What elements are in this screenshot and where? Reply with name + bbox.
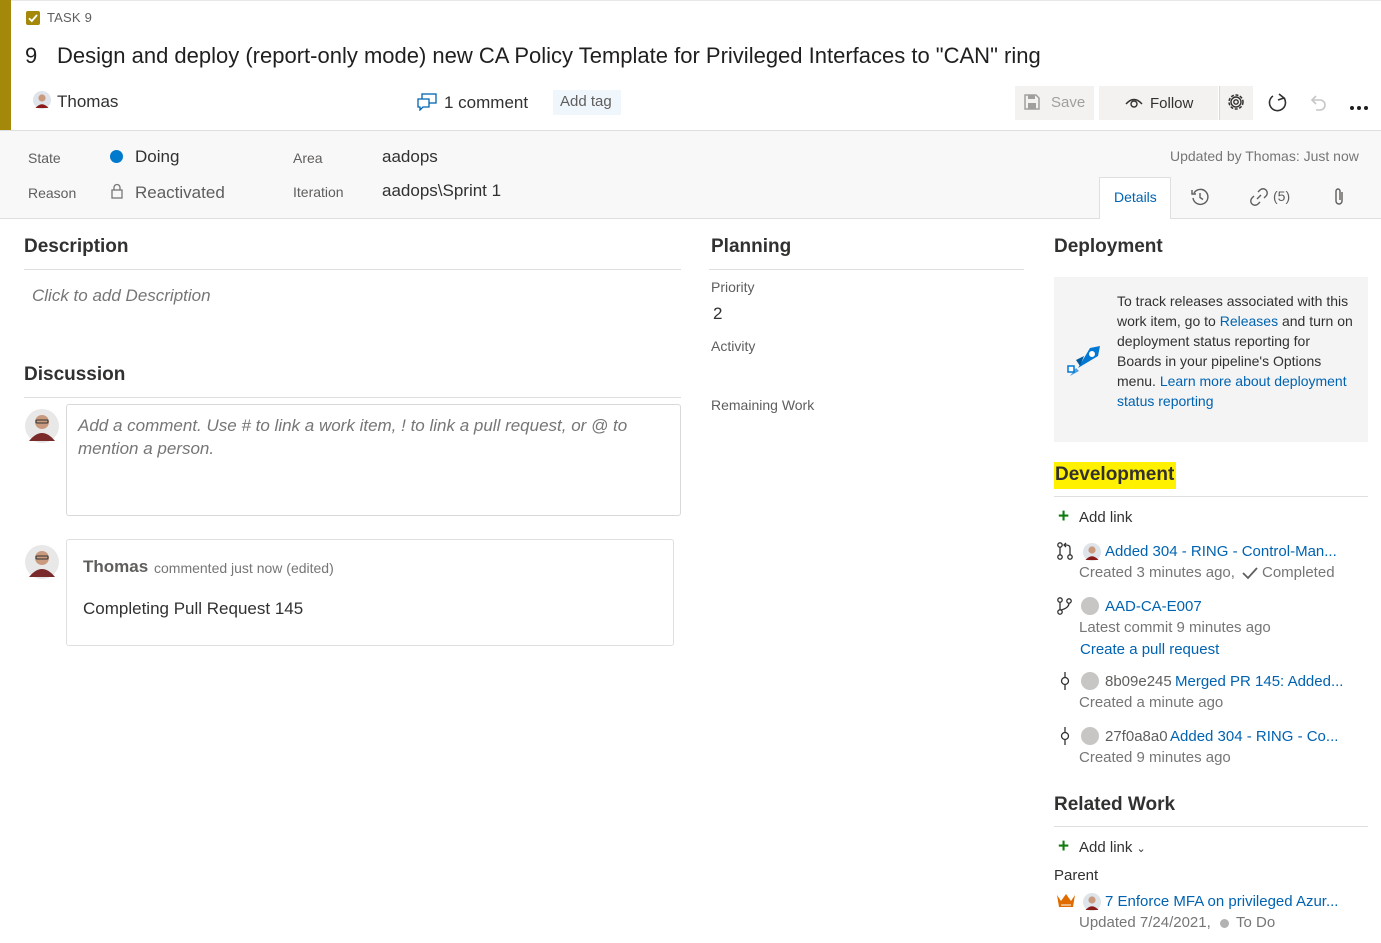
assignee-name[interactable]: Thomas — [57, 92, 118, 112]
iteration-field[interactable]: aadops\Sprint 1 — [382, 181, 501, 201]
development-divider — [1054, 496, 1368, 497]
comment-author-avatar — [25, 545, 59, 579]
comment-card — [66, 539, 674, 646]
task-type-icon — [26, 11, 40, 25]
deployment-message: To track releases associated with this w… — [1117, 291, 1357, 411]
plus-icon[interactable]: + — [1058, 836, 1069, 858]
releases-link[interactable]: Releases — [1220, 313, 1278, 329]
parent-label: Parent — [1054, 867, 1099, 884]
discussion-divider — [24, 397, 681, 398]
updated-by-text[interactable]: Updated by Thomas: Just now — [1170, 148, 1359, 164]
plus-icon[interactable]: + — [1058, 506, 1069, 528]
dev-branch-link[interactable]: AAD-CA-E007 — [1105, 598, 1202, 615]
description-divider — [24, 269, 681, 270]
related-add-link[interactable]: Add link ⌄ — [1079, 839, 1146, 856]
state-label: State — [28, 150, 61, 166]
parent-updated: Updated 7/24/2021, — [1079, 914, 1211, 931]
reason-value: Reactivated — [135, 183, 225, 202]
commit-icon — [1057, 726, 1075, 746]
refresh-icon[interactable] — [1267, 92, 1289, 114]
dev-pr-created: Created 3 minutes ago, — [1079, 564, 1235, 581]
development-add-link[interactable]: Add link — [1079, 509, 1132, 526]
commit-icon — [1057, 671, 1075, 691]
priority-field[interactable]: 2 — [713, 304, 722, 324]
current-user-avatar — [25, 409, 59, 443]
dev-pr-link[interactable]: Added 304 - RING - Control-Man... — [1105, 543, 1337, 560]
chevron-down-icon[interactable]: ⌄ — [1137, 843, 1146, 855]
related-work-divider — [1054, 826, 1368, 827]
discussion-heading[interactable]: Discussion — [24, 364, 125, 386]
parent-state: To Do — [1236, 914, 1276, 931]
parent-assignee-avatar — [1083, 893, 1101, 911]
history-icon[interactable] — [1190, 187, 1210, 207]
comment-meta: commented just now (edited) — [154, 560, 334, 576]
development-heading[interactable]: Development — [1054, 462, 1177, 489]
work-item-id: 9 — [25, 43, 38, 68]
parent-work-item-link[interactable]: 7 Enforce MFA on privileged Azur... — [1105, 893, 1338, 910]
assignee-avatar[interactable] — [33, 91, 51, 109]
pr-author-avatar — [1083, 543, 1101, 561]
state-dropdown[interactable]: Doing — [135, 147, 179, 167]
commit-author-avatar — [1081, 672, 1099, 690]
iteration-label: Iteration — [293, 184, 344, 200]
planning-heading[interactable]: Planning — [711, 236, 791, 258]
state-bar — [0, 130, 1381, 219]
comment-author[interactable]: Thomas — [83, 557, 148, 577]
attachment-icon[interactable] — [1331, 186, 1347, 208]
more-icon[interactable] — [1349, 99, 1369, 110]
reason-label: Reason — [28, 185, 77, 201]
pull-request-icon — [1056, 541, 1074, 561]
link-icon[interactable] — [1249, 187, 1269, 207]
activity-label: Activity — [711, 338, 756, 354]
undo-icon[interactable] — [1308, 92, 1328, 112]
area-field[interactable]: aadops — [382, 147, 438, 167]
rocket-icon — [1066, 340, 1106, 380]
remaining-work-label: Remaining Work — [711, 397, 815, 413]
state-color-dot — [110, 150, 123, 163]
comment-input[interactable]: Add a comment. Use # to link a work item… — [66, 404, 681, 516]
related-work-heading[interactable]: Related Work — [1054, 794, 1175, 816]
comment-text: Completing Pull Request 145 — [83, 599, 304, 618]
add-tag-button[interactable]: Add tag — [553, 90, 621, 115]
crown-icon — [1056, 892, 1076, 909]
commit-hash: 8b09e245 — [1105, 673, 1172, 690]
dev-commit-link[interactable]: Added 304 - RING - Co... — [1170, 728, 1338, 745]
branch-author-avatar — [1081, 597, 1099, 615]
links-count[interactable]: (5) — [1273, 188, 1290, 204]
dev-pr-status: Completed — [1262, 564, 1335, 581]
parent-state-dot — [1220, 919, 1229, 928]
dev-branch-commit: Latest commit 9 minutes ago — [1079, 619, 1271, 636]
check-icon — [1242, 566, 1258, 580]
commit-hash: 27f0a8a0 — [1105, 728, 1168, 745]
work-item-title[interactable]: Design and deploy (report-only mode) new… — [57, 43, 1041, 69]
gear-icon[interactable] — [1226, 92, 1246, 112]
tab-details[interactable]: Details — [1099, 177, 1171, 219]
description-heading[interactable]: Description — [24, 236, 129, 258]
planning-divider — [709, 269, 1024, 270]
dev-commit-link[interactable]: Merged PR 145: Added... — [1175, 673, 1343, 690]
dev-commit-created: Created 9 minutes ago — [1079, 749, 1231, 766]
work-item-type-label: TASK 9 — [47, 10, 93, 25]
follow-button[interactable]: Follow — [1099, 86, 1218, 120]
lock-icon — [110, 183, 124, 199]
eye-icon — [1124, 96, 1144, 110]
comment-icon[interactable] — [417, 93, 437, 112]
description-editor[interactable]: Click to add Description — [32, 286, 211, 306]
priority-label: Priority — [711, 279, 755, 295]
related-add-link-label[interactable]: Add link — [1079, 839, 1132, 856]
work-item-type-accent — [0, 0, 11, 130]
dev-commit-created: Created a minute ago — [1079, 694, 1224, 711]
save-icon — [1023, 93, 1041, 111]
commit-author-avatar — [1081, 727, 1099, 745]
deployment-heading[interactable]: Deployment — [1054, 236, 1163, 258]
top-divider — [11, 0, 1381, 1]
area-label: Area — [293, 150, 323, 166]
comment-count-link[interactable]: 1 comment — [444, 93, 528, 113]
create-pull-request-link[interactable]: Create a pull request — [1080, 641, 1219, 658]
branch-icon — [1056, 596, 1074, 616]
